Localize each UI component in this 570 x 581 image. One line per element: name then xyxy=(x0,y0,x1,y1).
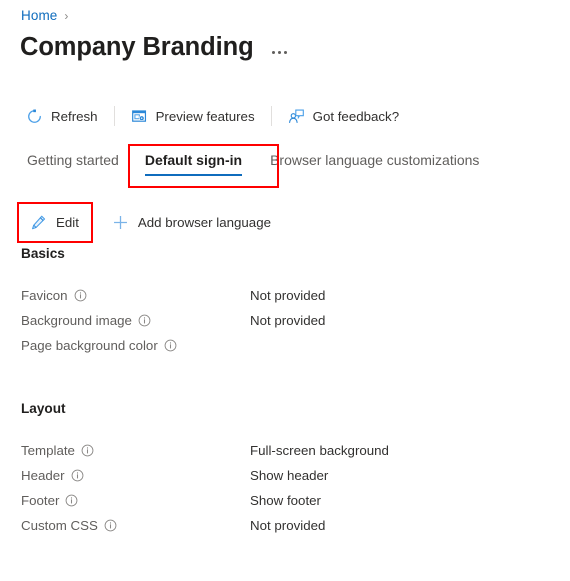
preview-features-button[interactable]: Preview features xyxy=(125,100,261,132)
property-row-page-background-color: Page background color xyxy=(21,333,541,358)
ellipsis-dot-3 xyxy=(283,50,287,54)
page-title: Company Branding xyxy=(20,33,254,61)
basics-section-title: Basics xyxy=(21,246,65,261)
tab-browser-language-customizations[interactable]: Browser language customizations xyxy=(260,150,489,179)
refresh-icon xyxy=(26,108,43,125)
tab-getting-started[interactable]: Getting started xyxy=(17,150,129,179)
add-browser-language-button[interactable]: Add browser language xyxy=(104,207,279,237)
property-row-favicon: Favicon Not provided xyxy=(21,283,541,308)
page-background-color-label: Page background color xyxy=(21,338,158,353)
page-background-color-label-group: Page background color xyxy=(21,338,250,353)
background-image-value: Not provided xyxy=(250,313,326,328)
custom-css-label: Custom CSS xyxy=(21,518,98,533)
favicon-label-group: Favicon xyxy=(21,288,250,303)
tab-browser-language-customizations-label: Browser language customizations xyxy=(270,152,480,168)
got-feedback-button[interactable]: Got feedback? xyxy=(282,100,406,132)
refresh-button[interactable]: Refresh xyxy=(20,100,104,132)
page-header: Company Branding xyxy=(20,33,289,62)
info-icon[interactable] xyxy=(164,339,177,352)
command-bar-divider-2 xyxy=(270,106,272,126)
footer-label: Footer xyxy=(21,493,60,508)
info-icon[interactable] xyxy=(65,494,78,507)
property-row-header: Header Show header xyxy=(21,463,541,488)
template-label-group: Template xyxy=(21,443,250,458)
tab-default-sign-in-label: Default sign-in xyxy=(144,152,243,168)
plus-icon xyxy=(112,214,129,231)
layout-section: Layout Template Full-screen background H… xyxy=(21,401,541,538)
header-label: Header xyxy=(21,468,65,483)
chevron-right-icon: › xyxy=(64,8,69,23)
ellipsis-dot-1 xyxy=(271,50,275,54)
edit-label: Edit xyxy=(56,214,79,230)
preview-features-icon xyxy=(131,108,148,125)
info-icon[interactable] xyxy=(104,519,117,532)
header-value: Show header xyxy=(250,468,329,483)
edit-button[interactable]: Edit xyxy=(22,207,87,237)
feedback-icon xyxy=(288,108,305,125)
favicon-label: Favicon xyxy=(21,288,68,303)
action-bar: Edit Add browser language xyxy=(22,207,279,237)
command-bar: Refresh Preview features Got feedback? xyxy=(20,100,405,132)
template-label: Template xyxy=(21,443,75,458)
layout-section-title: Layout xyxy=(21,401,66,416)
command-bar-divider-1 xyxy=(113,106,115,126)
info-icon[interactable] xyxy=(138,314,151,327)
property-row-background-image: Background image Not provided xyxy=(21,308,541,333)
ellipsis-dot-2 xyxy=(277,50,281,54)
basics-section: Basics Favicon Not provided Background i… xyxy=(21,246,541,358)
got-feedback-label: Got feedback? xyxy=(312,108,400,124)
tab-getting-started-label: Getting started xyxy=(27,152,119,168)
ellipsis-icon[interactable] xyxy=(270,47,289,58)
info-icon[interactable] xyxy=(74,289,87,302)
add-browser-language-label: Add browser language xyxy=(137,214,271,230)
background-image-label-group: Background image xyxy=(21,313,250,328)
custom-css-value: Not provided xyxy=(250,518,326,533)
template-value: Full-screen background xyxy=(250,443,389,458)
custom-css-label-group: Custom CSS xyxy=(21,518,250,533)
footer-label-group: Footer xyxy=(21,493,250,508)
property-row-template: Template Full-screen background xyxy=(21,438,541,463)
favicon-value: Not provided xyxy=(250,288,326,303)
background-image-label: Background image xyxy=(21,313,132,328)
pencil-icon xyxy=(30,214,47,231)
info-icon[interactable] xyxy=(71,469,84,482)
property-row-custom-css: Custom CSS Not provided xyxy=(21,513,541,538)
preview-features-label: Preview features xyxy=(155,108,255,124)
tab-default-sign-in[interactable]: Default sign-in xyxy=(135,150,252,179)
footer-value: Show footer xyxy=(250,493,321,508)
header-label-group: Header xyxy=(21,468,250,483)
breadcrumb: Home › xyxy=(21,8,68,23)
tab-list: Getting started Default sign-in Browser … xyxy=(17,150,489,179)
info-icon[interactable] xyxy=(81,444,94,457)
refresh-label: Refresh xyxy=(51,108,98,124)
property-row-footer: Footer Show footer xyxy=(21,488,541,513)
breadcrumb-item-home[interactable]: Home xyxy=(21,8,57,23)
